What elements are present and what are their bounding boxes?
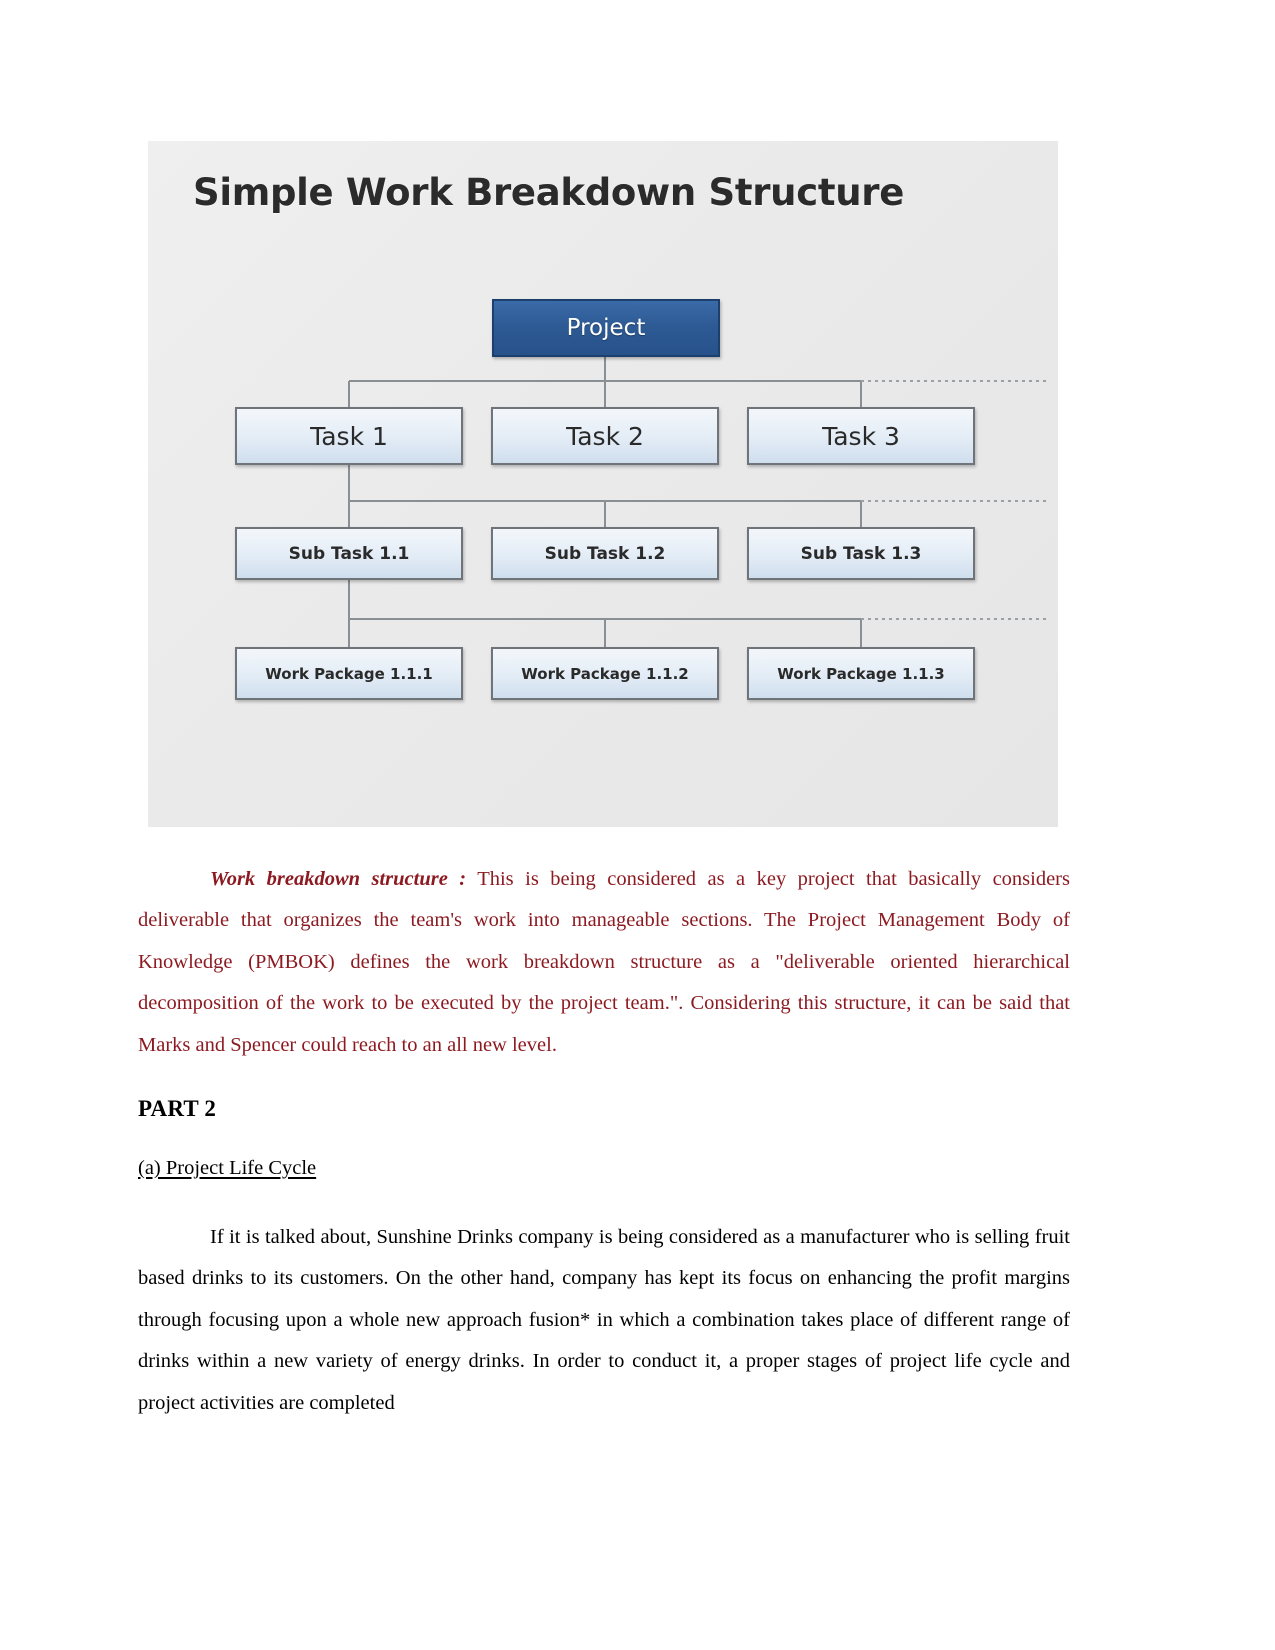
node-sub-task-1-1[interactable]: Sub Task 1.1 [235, 527, 463, 580]
node-project[interactable]: Project [492, 299, 720, 357]
connector-lines [348, 357, 1046, 649]
node-work-package-1-1-3[interactable]: Work Package 1.1.3 [747, 647, 975, 700]
node-work-package-1-1-1[interactable]: Work Package 1.1.1 [235, 647, 463, 700]
project-life-cycle-paragraph: If it is talked about, Sunshine Drinks c… [138, 1225, 1070, 1414]
work-breakdown-text: This is being considered as a key projec… [138, 867, 1070, 1056]
node-task-1[interactable]: Task 1 [235, 407, 463, 465]
node-task-3[interactable]: Task 3 [747, 407, 975, 465]
node-sub-task-1-3[interactable]: Sub Task 1.3 [747, 527, 975, 580]
node-work-package-1-1-2[interactable]: Work Package 1.1.2 [491, 647, 719, 700]
document-page: Simple Work Breakdown Structure Project … [0, 0, 1275, 1650]
section-heading-project-life-cycle: (a) Project Life Cycle [138, 1157, 317, 1179]
node-task-2[interactable]: Task 2 [491, 407, 719, 465]
part-heading: PART 2 [138, 1096, 217, 1121]
node-sub-task-1-2[interactable]: Sub Task 1.2 [491, 527, 719, 580]
wbs-figure: Simple Work Breakdown Structure Project … [148, 141, 1058, 827]
work-breakdown-lead: Work breakdown structure : [210, 867, 467, 890]
work-breakdown-paragraph: Work breakdown structure : This is being… [138, 859, 1070, 1067]
